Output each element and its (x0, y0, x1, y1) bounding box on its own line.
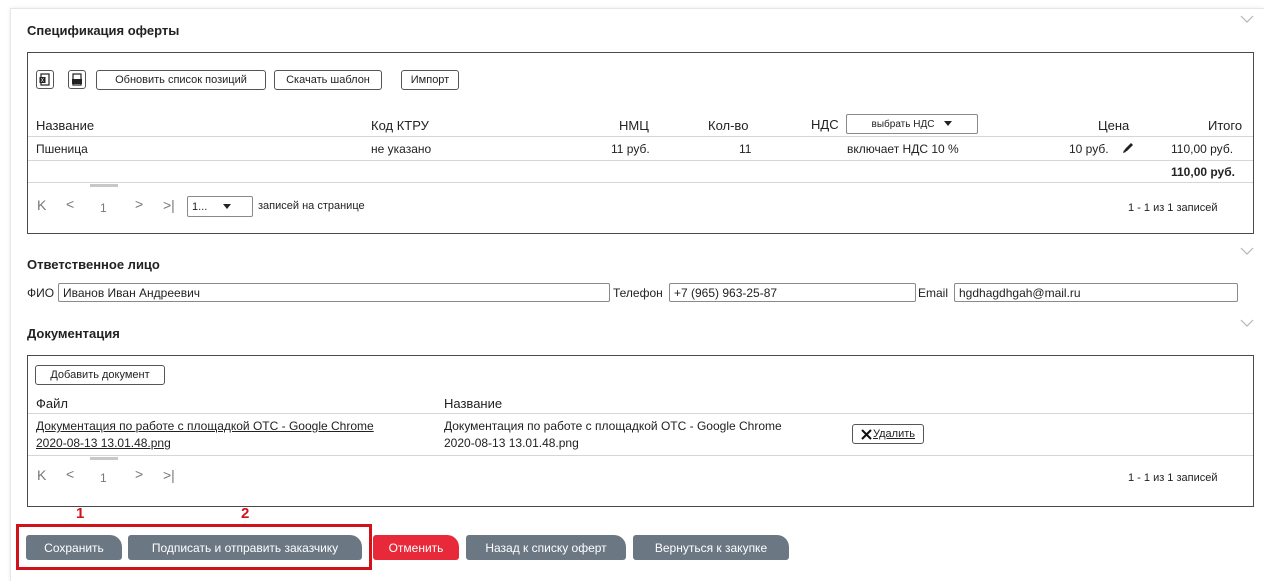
cell-name: Пшеница (36, 142, 88, 156)
phone-label: Телефон (613, 286, 663, 300)
doc-name-line1: Документация по работе с площадкой ОТС -… (444, 419, 782, 433)
col-header-qty[interactable]: Кол-во (708, 118, 748, 133)
cell-price: 10 руб. (1069, 142, 1109, 156)
col-header-doc-name[interactable]: Название (444, 396, 502, 411)
cell-nmc: 11 руб. (611, 142, 650, 156)
svg-text:X: X (41, 78, 45, 84)
col-header-total[interactable]: Итого (1208, 118, 1242, 133)
col-header-nmc[interactable]: НМЦ (619, 118, 649, 133)
export-excel-button[interactable]: X (36, 70, 54, 89)
divider (28, 413, 1253, 414)
fio-input[interactable] (58, 283, 610, 302)
records-summary: 1 - 1 из 1 записей (1128, 202, 1218, 214)
cancel-button[interactable]: Отменить (373, 535, 459, 560)
close-icon (861, 428, 872, 440)
email-input[interactable] (954, 283, 1238, 302)
divider (28, 136, 1253, 137)
current-page[interactable]: 1 (100, 471, 107, 485)
prev-page-icon[interactable]: < (66, 466, 74, 482)
doc-name-line2: 2020-08-13 13.01.48.png (444, 436, 579, 450)
pencil-icon[interactable] (1122, 142, 1134, 154)
back-to-offers-button[interactable]: Назад к списку оферт (466, 535, 626, 560)
chevron-down-icon[interactable] (1240, 14, 1254, 24)
next-page-icon[interactable]: > (135, 466, 143, 482)
cell-total: 110,00 руб. (1171, 142, 1234, 156)
last-page-icon[interactable]: >| (163, 467, 175, 483)
caret-down-icon (223, 203, 232, 209)
cell-vat: включает НДС 10 % (847, 142, 959, 156)
vat-select-value: выбрать НДС (871, 118, 935, 130)
col-header-name[interactable]: Название (36, 118, 94, 133)
prev-page-icon[interactable]: < (66, 196, 74, 212)
contact-section-title: Ответственное лицо (27, 257, 160, 272)
records-summary: 1 - 1 из 1 записей (1128, 472, 1218, 484)
spreadsheet-icon (72, 73, 82, 86)
delete-label: Удалить (873, 428, 915, 440)
docs-section-title: Документация (27, 326, 120, 341)
last-page-icon[interactable]: >| (163, 197, 175, 213)
next-page-icon[interactable]: > (135, 196, 143, 212)
update-positions-button[interactable]: Обновить список позиций (96, 70, 266, 90)
page-size-value: 1... (192, 200, 208, 213)
page-size-select[interactable]: 1... (187, 196, 253, 217)
file-link-line2[interactable]: 2020-08-13 13.01.48.png (36, 436, 171, 450)
save-button[interactable]: Сохранить (26, 535, 122, 560)
file-link-line1[interactable]: Документация по работе с площадкой ОТС -… (36, 419, 374, 433)
sum-total: 110,00 руб. (1171, 165, 1235, 179)
cell-ktru: не указано (371, 142, 432, 156)
export-csv-button[interactable] (68, 70, 86, 89)
caret-down-icon (944, 121, 953, 126)
fio-label: ФИО (27, 286, 55, 300)
import-button[interactable]: Импорт (401, 70, 459, 90)
divider (28, 455, 1253, 456)
scroll-thumb[interactable] (90, 457, 118, 460)
divider (28, 160, 1253, 161)
spec-section-title: Спецификация оферты (27, 23, 180, 38)
divider (28, 182, 1253, 183)
excel-icon: X (39, 73, 50, 86)
delete-document-button[interactable]: Удалить (852, 424, 924, 444)
col-header-file[interactable]: Файл (36, 396, 68, 411)
col-header-price[interactable]: Цена (1098, 118, 1129, 133)
step-marker-1: 1 (76, 505, 85, 522)
cell-qty: 11 (739, 142, 752, 156)
sign-and-send-button[interactable]: Подписать и отправить заказчику (128, 535, 362, 560)
per-page-label: записей на странице (258, 200, 365, 212)
col-header-vat: НДС (811, 117, 839, 132)
chevron-down-icon[interactable] (1240, 246, 1254, 256)
step-marker-2: 2 (241, 505, 250, 522)
email-label: Email (918, 286, 949, 300)
vat-select[interactable]: выбрать НДС (846, 114, 978, 134)
first-page-icon[interactable]: K (37, 467, 46, 483)
col-header-ktru[interactable]: Код КТРУ (371, 118, 429, 133)
current-page[interactable]: 1 (100, 201, 107, 215)
phone-input[interactable] (669, 283, 916, 302)
chevron-down-icon[interactable] (1240, 318, 1254, 328)
return-to-purchase-button[interactable]: Вернуться к закупке (633, 535, 789, 560)
scroll-thumb[interactable] (90, 184, 118, 187)
first-page-icon[interactable]: K (37, 197, 46, 213)
add-document-button[interactable]: Добавить документ (35, 365, 165, 385)
download-template-button[interactable]: Скачать шаблон (274, 70, 382, 90)
